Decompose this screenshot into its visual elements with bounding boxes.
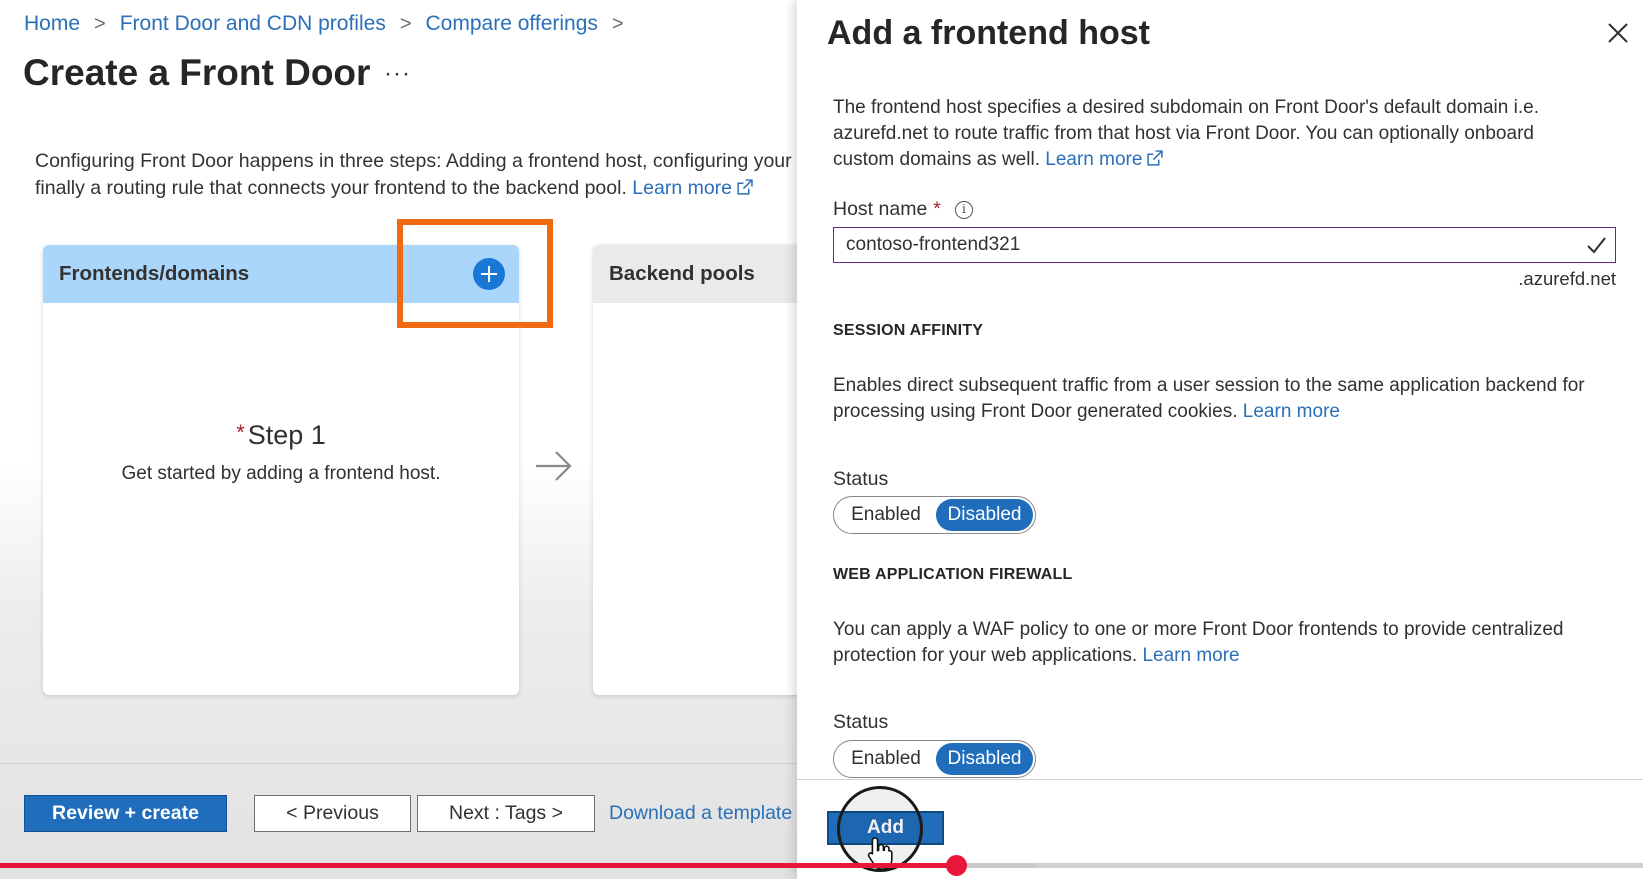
previous-button[interactable]: < Previous bbox=[254, 795, 411, 832]
session-affinity-learn-more-link[interactable]: Learn more bbox=[1243, 401, 1340, 422]
waf-disabled-option[interactable]: Disabled bbox=[936, 743, 1033, 775]
chevron-right-icon: > bbox=[399, 12, 412, 35]
panel-intro-line3: custom domains as well. Learn more bbox=[833, 147, 1613, 173]
video-progress-bar[interactable] bbox=[0, 855, 1643, 876]
session-affinity-description: Enables direct subsequent traffic from a… bbox=[833, 373, 1623, 425]
panel-intro: The frontend host specifies a desired su… bbox=[833, 95, 1613, 173]
host-name-field bbox=[833, 227, 1616, 263]
breadcrumb-front-door-profiles[interactable]: Front Door and CDN profiles bbox=[120, 12, 386, 36]
host-name-input[interactable] bbox=[834, 234, 1585, 256]
next-tags-button[interactable]: Next : Tags > bbox=[417, 795, 595, 832]
session-affinity-desc-line1: Enables direct subsequent traffic from a… bbox=[833, 375, 1585, 396]
page-intro-line2-text: finally a routing rule that connects you… bbox=[35, 177, 627, 199]
waf-title: WEB APPLICATION FIREWALL bbox=[833, 566, 1073, 583]
session-affinity-title: SESSION AFFINITY bbox=[833, 322, 984, 339]
learn-more-link-text: Learn more bbox=[632, 177, 733, 199]
waf-learn-more-link[interactable]: Learn more bbox=[1142, 645, 1239, 666]
page-intro: Configuring Front Door happens in three … bbox=[35, 148, 795, 202]
waf-desc-line1: You can apply a WAF policy to one or mor… bbox=[833, 619, 1564, 640]
panel-intro-line3-text: custom domains as well. bbox=[833, 149, 1040, 170]
required-asterisk: * bbox=[236, 420, 245, 445]
close-icon[interactable] bbox=[1607, 22, 1629, 44]
waf-desc-line2: protection for your web applications. Le… bbox=[833, 643, 1623, 669]
arrow-right-icon bbox=[536, 451, 572, 481]
page-title: Create a Front Door bbox=[23, 52, 371, 93]
waf-enabled-option[interactable]: Enabled bbox=[836, 743, 936, 775]
session-affinity-desc-line2-text: processing using Front Door generated co… bbox=[833, 401, 1238, 422]
waf-status-toggle: Enabled Disabled bbox=[833, 740, 1036, 778]
step-title-text: Step 1 bbox=[247, 420, 326, 450]
check-icon bbox=[1587, 237, 1606, 254]
highlight-annotation-box bbox=[397, 219, 553, 328]
session-affinity-disabled-option[interactable]: Disabled bbox=[936, 499, 1033, 531]
review-create-button[interactable]: Review + create bbox=[24, 795, 227, 832]
breadcrumb-home[interactable]: Home bbox=[24, 12, 80, 36]
chevron-right-icon: > bbox=[611, 12, 624, 35]
frontends-card-title: Frontends/domains bbox=[59, 262, 250, 285]
backend-pools-card-title: Backend pools bbox=[609, 262, 755, 285]
panel-title: Add a frontend host bbox=[827, 14, 1150, 52]
panel-learn-more-text: Learn more bbox=[1045, 149, 1143, 170]
backend-pools-card-header: Backend pools bbox=[593, 245, 813, 303]
session-affinity-enabled-option[interactable]: Enabled bbox=[836, 499, 936, 531]
panel-intro-line2: azurefd.net to route traffic from that h… bbox=[833, 123, 1534, 144]
host-name-label-text: Host name bbox=[833, 198, 928, 220]
session-affinity-status-toggle: Enabled Disabled bbox=[833, 496, 1036, 534]
external-link-icon bbox=[1147, 150, 1164, 166]
session-affinity-desc-line2: processing using Front Door generated co… bbox=[833, 399, 1623, 425]
backend-pools-card: Backend pools bbox=[593, 245, 813, 695]
chevron-right-icon: > bbox=[94, 12, 106, 35]
more-options-icon[interactable]: ··· bbox=[384, 60, 411, 88]
panel-footer-divider bbox=[797, 779, 1643, 780]
host-name-label: Host name * i bbox=[833, 198, 973, 221]
host-name-suffix: .azurefd.net bbox=[1518, 268, 1616, 289]
session-affinity-status-label: Status bbox=[833, 468, 889, 490]
learn-more-link[interactable]: Learn more bbox=[632, 177, 753, 199]
page-intro-line1: Configuring Front Door happens in three … bbox=[35, 150, 792, 172]
page-intro-line2: finally a routing rule that connects you… bbox=[35, 175, 795, 202]
breadcrumb: Home > Front Door and CDN profiles > Com… bbox=[24, 12, 638, 36]
info-icon[interactable]: i bbox=[954, 200, 973, 219]
download-template-link[interactable]: Download a template bbox=[609, 802, 792, 825]
video-played-bar bbox=[0, 863, 957, 868]
step-title: * Step 1 bbox=[43, 420, 519, 451]
footer-divider bbox=[0, 763, 797, 764]
required-asterisk: * bbox=[933, 198, 941, 220]
panel-learn-more-link[interactable]: Learn more bbox=[1045, 149, 1164, 170]
step-block: * Step 1 Get started by adding a frontend… bbox=[43, 420, 519, 485]
panel-intro-line1: The frontend host specifies a desired su… bbox=[833, 97, 1539, 118]
breadcrumb-compare-offerings[interactable]: Compare offerings bbox=[426, 12, 598, 36]
waf-desc-line2-text: protection for your web applications. bbox=[833, 645, 1138, 666]
add-frontend-host-panel: Add a frontend host The frontend host sp… bbox=[797, 0, 1643, 879]
waf-status-label: Status bbox=[833, 711, 889, 733]
external-link-icon bbox=[737, 179, 753, 195]
step-description: Get started by adding a frontend host. bbox=[121, 463, 441, 484]
waf-description: You can apply a WAF policy to one or mor… bbox=[833, 617, 1623, 669]
